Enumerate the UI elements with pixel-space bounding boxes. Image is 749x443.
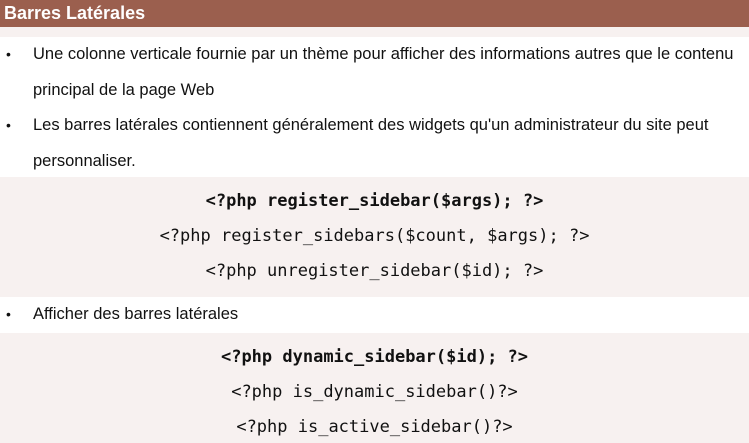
- code-line: <?php unregister_sidebar($id); ?>: [205, 261, 544, 281]
- bullet-list-display: • Afficher des barres latérales: [0, 297, 749, 333]
- bullet-list-intro: • Une colonne verticale fournie par un t…: [0, 37, 749, 177]
- bullet-text: Afficher des barres latérales: [33, 305, 239, 323]
- code-line: <?php register_sidebars($count, $args); …: [159, 226, 590, 246]
- bullet-icon: •: [6, 306, 11, 322]
- slide-title: Barres Latérales: [0, 0, 749, 27]
- bullet-icon: •: [6, 117, 11, 133]
- bullet-text: Une colonne verticale fournie par un thè…: [33, 45, 734, 99]
- code-line: <?php is_active_sidebar()?>: [236, 417, 513, 437]
- bullet-item: • Une colonne verticale fournie par un t…: [0, 37, 749, 108]
- code-line: <?php is_dynamic_sidebar()?>: [231, 382, 518, 402]
- code-line: <?php register_sidebar($args); ?>: [205, 191, 544, 211]
- bullet-icon: •: [6, 46, 11, 62]
- code-block-display: <?php dynamic_sidebar($id); ?> <?php is_…: [0, 340, 749, 443]
- bullet-item: • Les barres latérales contiennent génér…: [0, 108, 749, 179]
- bullet-text: Les barres latérales contiennent général…: [33, 116, 709, 170]
- bullet-item: • Afficher des barres latérales: [0, 297, 749, 333]
- slide: Barres Latérales • Une colonne verticale…: [0, 0, 749, 443]
- code-block-register: <?php register_sidebar($args); ?> <?php …: [0, 184, 749, 290]
- code-line: <?php dynamic_sidebar($id); ?>: [220, 347, 529, 367]
